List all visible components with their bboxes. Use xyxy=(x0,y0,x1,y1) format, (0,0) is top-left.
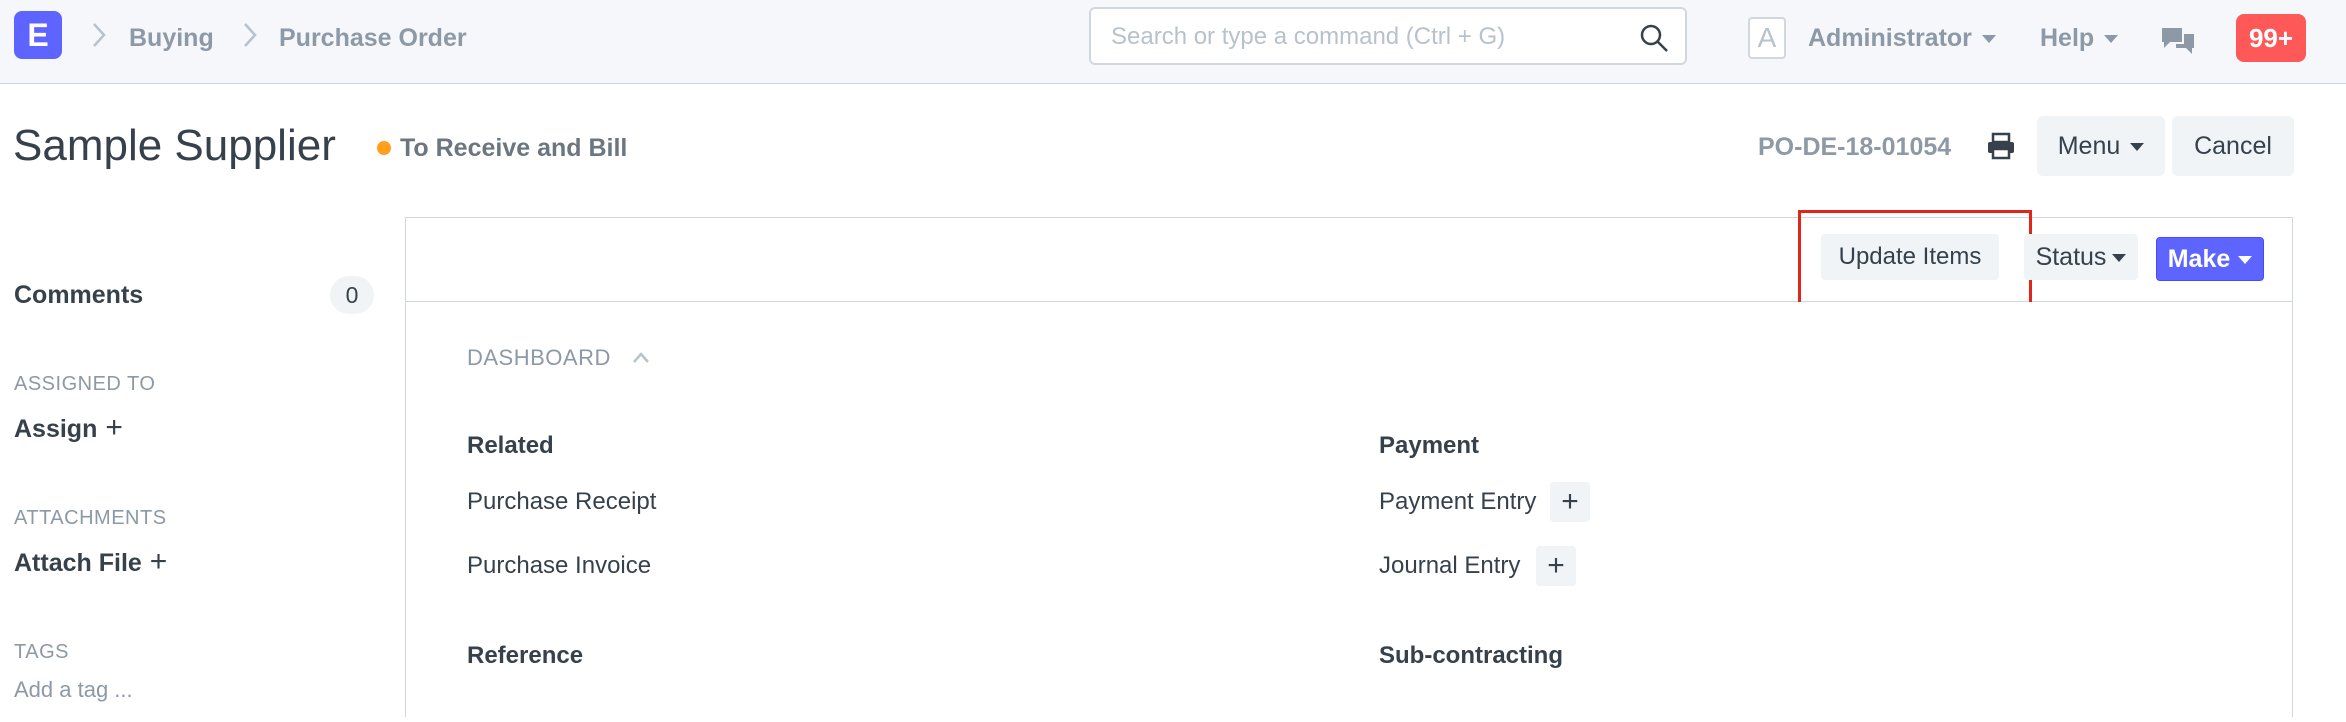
dashboard-title[interactable]: DASHBOARD xyxy=(467,344,611,372)
user-menu-label: Administrator xyxy=(1808,24,1972,52)
form-toolbar: Update Items Status Make xyxy=(406,210,2292,310)
menu-button[interactable]: Menu xyxy=(2037,116,2165,176)
top-navbar: E Buying Purchase Order Search or type a… xyxy=(0,0,2346,84)
add-payment-entry-button[interactable]: + xyxy=(1550,482,1590,522)
chat-icon[interactable] xyxy=(2160,24,2196,56)
purchase-receipt-link[interactable]: Purchase Receipt xyxy=(467,487,656,517)
plus-icon: + xyxy=(105,411,123,444)
avatar[interactable]: A xyxy=(1748,17,1786,59)
breadcrumb-buying[interactable]: Buying xyxy=(129,22,214,54)
sub-contracting-heading: Sub-contracting xyxy=(1379,642,1563,669)
caret-down-icon xyxy=(2104,35,2119,44)
make-dropdown[interactable]: Make xyxy=(2156,237,2264,281)
attachments-label: ATTACHMENTS xyxy=(14,507,167,529)
status-dropdown[interactable]: Status xyxy=(2024,234,2138,280)
search-input[interactable]: Search or type a command (Ctrl + G) xyxy=(1089,7,1687,65)
chevron-right-icon xyxy=(93,23,106,47)
payment-heading: Payment xyxy=(1379,432,1480,459)
chevron-right-icon xyxy=(244,23,257,47)
caret-down-icon xyxy=(2238,256,2253,265)
menu-button-label: Menu xyxy=(2057,132,2121,160)
make-dropdown-label: Make xyxy=(2167,245,2231,273)
assign-label: Assign xyxy=(14,415,98,443)
search-icon[interactable] xyxy=(1639,23,1669,53)
comments-count-badge: 0 xyxy=(330,276,374,314)
add-tag-input[interactable]: Add a tag ... xyxy=(14,676,133,704)
document-name: PO-DE-18-01054 xyxy=(1758,133,1952,161)
payment-entry-link[interactable]: Payment Entry xyxy=(1379,487,1536,517)
journal-entry-link[interactable]: Journal Entry xyxy=(1379,551,1520,581)
comments-link[interactable]: Comments xyxy=(14,279,143,311)
breadcrumb-purchase-order[interactable]: Purchase Order xyxy=(279,22,467,54)
help-menu-label: Help xyxy=(2040,24,2095,52)
status-dropdown-label: Status xyxy=(2035,243,2107,271)
status-indicator: To Receive and Bill xyxy=(400,134,628,162)
plus-icon: + xyxy=(149,545,168,578)
purchase-invoice-link[interactable]: Purchase Invoice xyxy=(467,551,651,581)
notifications-badge[interactable]: 99+ xyxy=(2236,14,2306,62)
related-heading: Related xyxy=(467,432,554,459)
print-icon[interactable] xyxy=(1986,131,2016,161)
dashboard-section: DASHBOARD Related Purchase Receipt Purch… xyxy=(406,302,2292,722)
chevron-up-icon[interactable] xyxy=(631,348,651,368)
help-menu-dropdown[interactable]: Help xyxy=(2040,22,2119,54)
update-items-button[interactable]: Update Items xyxy=(1821,234,1999,280)
status-indicator-dot xyxy=(377,141,391,155)
app-logo[interactable]: E xyxy=(14,11,62,59)
page-title: Sample Supplier xyxy=(13,121,336,170)
caret-down-icon xyxy=(2112,254,2127,263)
cancel-button[interactable]: Cancel xyxy=(2172,116,2294,176)
search-placeholder: Search or type a command (Ctrl + G) xyxy=(1111,23,1506,50)
attach-file-label: Attach File xyxy=(14,549,142,577)
assign-button[interactable]: Assign + xyxy=(14,412,123,445)
caret-down-icon xyxy=(2130,143,2145,152)
add-journal-entry-button[interactable]: + xyxy=(1536,546,1576,586)
form-layout: Update Items Status Make DASHBOARD Relat… xyxy=(405,210,2293,722)
attach-file-button[interactable]: Attach File + xyxy=(14,546,167,579)
caret-down-icon xyxy=(1981,35,1996,44)
reference-heading: Reference xyxy=(467,642,584,669)
assigned-to-label: ASSIGNED TO xyxy=(14,373,156,395)
tags-label: TAGS xyxy=(14,641,69,663)
user-menu-dropdown[interactable]: Administrator xyxy=(1808,22,1996,54)
